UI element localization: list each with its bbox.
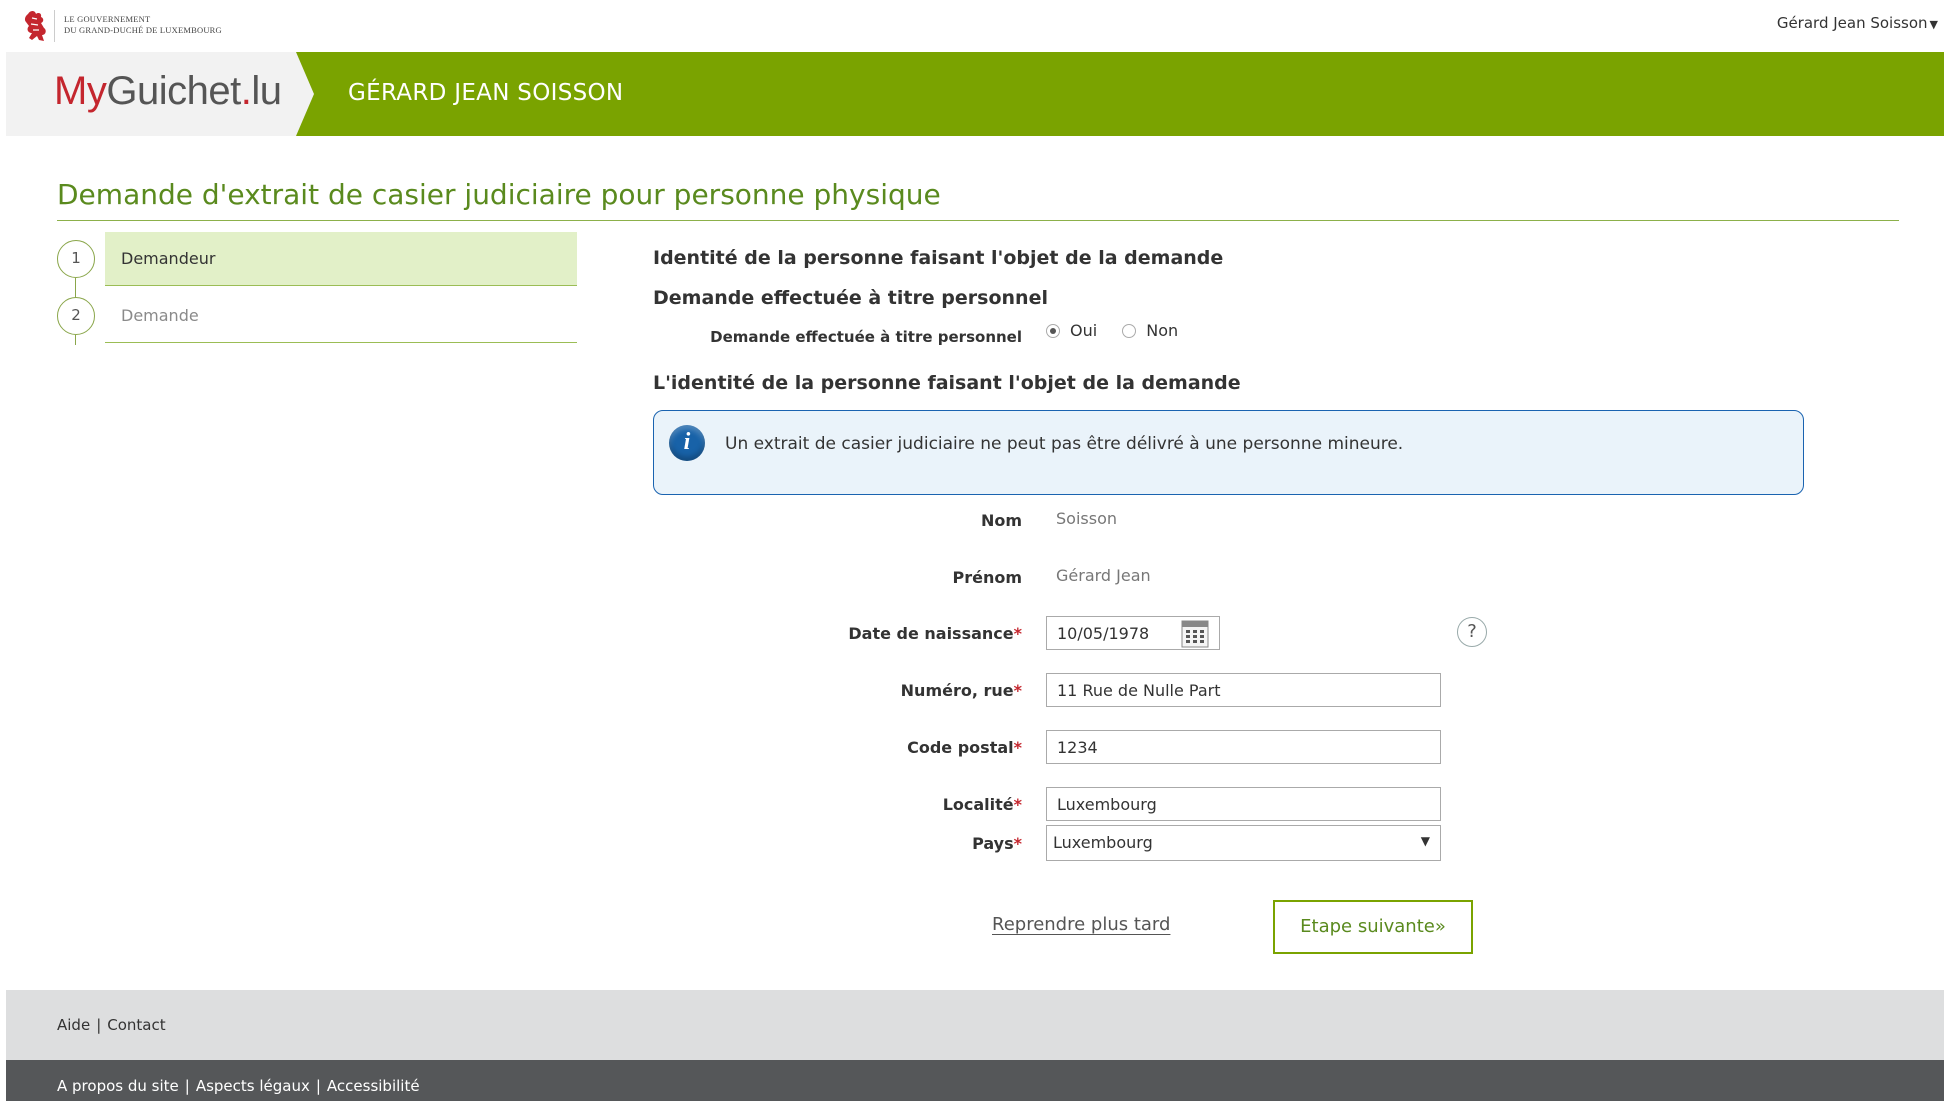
calendar-icon[interactable] (1181, 618, 1209, 648)
logo-guichet: Guichet (106, 69, 241, 113)
footer-contact-link[interactable]: Contact (107, 1016, 165, 1034)
next-step-button[interactable]: Etape suivante» (1273, 900, 1473, 954)
street-input[interactable] (1046, 673, 1441, 707)
info-alert: i Un extrait de casier judiciaire ne peu… (653, 410, 1804, 495)
government-name: Le Gouvernement du Grand-Duché de Luxemb… (64, 14, 222, 36)
title-divider (57, 220, 1899, 221)
nom-label: Nom (980, 511, 1022, 530)
identity-subheading: L'identité de la personne faisant l'obje… (653, 372, 1241, 394)
prenom-label: Prénom (952, 568, 1022, 587)
personal-heading: Demande effectuée à titre personnel (653, 287, 1048, 309)
footer-links-top: Aide | Contact (57, 1016, 166, 1034)
radio-oui-label: Oui (1070, 321, 1098, 340)
radio-unchecked-icon (1122, 324, 1137, 338)
nom-value: Soisson (1056, 509, 1117, 528)
required-mark: * (1013, 834, 1022, 853)
radio-oui[interactable]: Oui (1046, 321, 1097, 340)
country-selected-value: Luxembourg (1053, 833, 1153, 852)
postal-code-label-text: Code postal (907, 738, 1014, 757)
city-input[interactable] (1046, 787, 1441, 821)
street-label-text: Numéro, rue (900, 681, 1014, 700)
government-bar: Le Gouvernement du Grand-Duché de Luxemb… (0, 0, 1944, 52)
step-label-box: Demandeur (105, 232, 577, 286)
logo-divider (54, 10, 55, 42)
logo-lu: lu (251, 69, 282, 113)
city-label: Localité* (943, 795, 1022, 814)
footer-accessibility-link[interactable]: Accessibilité (327, 1077, 420, 1095)
site-header: MyGuichet.lu GÉRARD JEAN SOISSON (6, 52, 1944, 136)
step-label-box: Demande (105, 289, 577, 343)
footer-bottom: A propos du site | Aspects légaux | Accessib… (6, 1060, 1944, 1101)
country-select[interactable]: Luxembourg ▼ (1046, 825, 1441, 861)
header-user-name: GÉRARD JEAN SOISSON (348, 80, 624, 106)
radio-checked-icon (1046, 324, 1060, 338)
government-line-2: du Grand-Duché de Luxembourg (64, 25, 222, 35)
footer-legal-link[interactable]: Aspects légaux (196, 1077, 310, 1095)
user-menu[interactable]: Gérard Jean Soisson ▼ (1777, 14, 1938, 32)
radio-non-label: Non (1146, 321, 1179, 340)
footer-links-bottom: A propos du site | Aspects légaux | Accessib… (57, 1077, 420, 1095)
logo-dot: . (240, 69, 252, 113)
birthdate-label-text: Date de naissance (848, 624, 1014, 643)
postal-code-label: Code postal* (907, 738, 1022, 757)
personal-request-radio-group: Oui Non (1046, 321, 1198, 340)
prenom-value: Gérard Jean (1056, 566, 1151, 585)
footer-separator: | (184, 1077, 190, 1095)
birthdate-label: Date de naissance* (848, 624, 1022, 643)
required-mark: * (1013, 681, 1022, 700)
postal-code-input[interactable] (1046, 730, 1441, 764)
myguichet-logo[interactable]: MyGuichet.lu (54, 69, 282, 114)
user-menu-name: Gérard Jean Soisson (1776, 14, 1928, 32)
brand-chevron (296, 52, 314, 136)
city-label-text: Localité (942, 795, 1014, 814)
info-text: Un extrait de casier judiciaire ne peut … (725, 434, 1404, 454)
caret-down-icon: ▼ (1929, 18, 1938, 31)
footer-help-link[interactable]: Aide (57, 1016, 90, 1034)
help-button[interactable]: ? (1457, 617, 1487, 647)
identity-heading: Identité de la personne faisant l'objet … (653, 247, 1224, 269)
page-title: Demande d'extrait de casier judiciaire p… (57, 178, 941, 211)
info-icon: i (669, 425, 705, 461)
footer-about-link[interactable]: A propos du site (57, 1077, 179, 1095)
resume-later-link[interactable]: Reprendre plus tard (992, 914, 1170, 935)
dropdown-arrow-icon: ▼ (1420, 834, 1430, 848)
country-label: Pays* (972, 834, 1022, 853)
radio-non[interactable]: Non (1122, 321, 1178, 340)
footer-separator: | (315, 1077, 321, 1095)
required-mark: * (1013, 795, 1022, 814)
required-mark: * (1013, 738, 1022, 757)
step-demande[interactable]: 2 Demande (57, 289, 577, 345)
government-line-1: Le Gouvernement (64, 14, 151, 24)
street-label: Numéro, rue* (901, 681, 1022, 700)
required-mark: * (1013, 624, 1022, 643)
step-number-1: 1 (57, 240, 95, 278)
footer-top: Aide | Contact (6, 990, 1944, 1060)
step-label: Demandeur (121, 249, 216, 268)
footer-separator: | (96, 1016, 102, 1034)
logo-my: My (54, 69, 107, 113)
luxembourg-lion-icon (24, 11, 46, 41)
step-label: Demande (121, 306, 199, 325)
personal-request-label: Demande effectuée à titre personnel (710, 328, 1022, 346)
country-label-text: Pays (972, 834, 1014, 853)
step-connector (75, 335, 76, 345)
step-demandeur[interactable]: 1 Demandeur (57, 232, 577, 288)
step-number-2: 2 (57, 297, 95, 335)
